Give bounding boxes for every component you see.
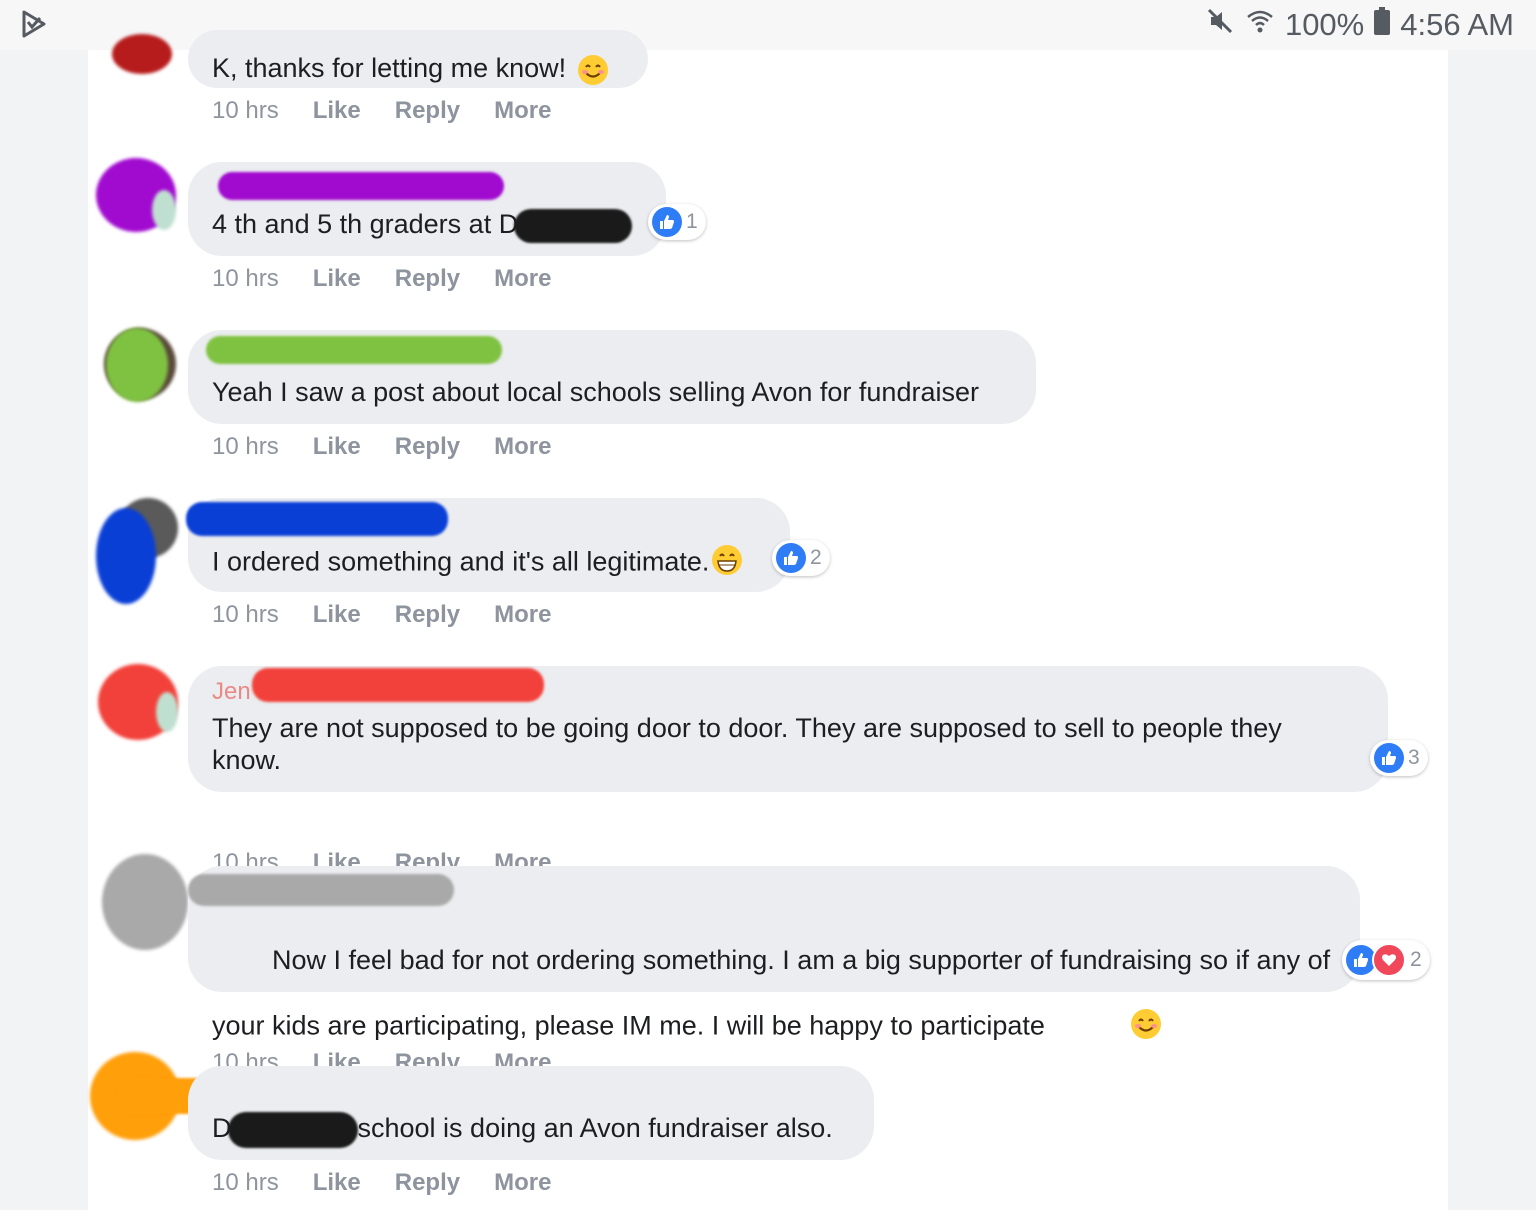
reply-button[interactable]: Reply — [395, 1169, 460, 1197]
play-store-icon — [18, 8, 50, 45]
redacted-text — [514, 208, 633, 243]
comment-text-continued: school is doing an Avon fundraiser also. — [357, 1113, 833, 1144]
comment-bubble[interactable]: 4 th and 5 th graders at D — [188, 162, 666, 256]
reaction-summary[interactable]: 3 — [1370, 740, 1428, 776]
like-button[interactable]: Like — [313, 1169, 361, 1197]
battery-percent: 100% — [1284, 7, 1365, 42]
reply-button[interactable]: Reply — [395, 601, 460, 629]
avatar[interactable] — [96, 498, 178, 604]
like-button[interactable]: Like — [313, 97, 361, 125]
like-button[interactable]: Like — [313, 601, 361, 629]
battery-icon — [1374, 7, 1391, 43]
thumbs-up-icon — [1374, 743, 1404, 773]
redacted-name — [252, 668, 544, 702]
redacted-name — [206, 336, 502, 364]
comment-time: 10 hrs — [212, 265, 279, 292]
comment-bubble[interactable]: I ordered something and it's all legitim… — [186, 498, 790, 592]
wifi-icon — [1245, 6, 1275, 44]
avatar[interactable] — [96, 158, 176, 232]
smiling-face-icon — [1055, 976, 1162, 1079]
comment-time: 10 hrs — [212, 97, 279, 124]
comment-actions: 10 hrs Like Reply More — [212, 97, 551, 125]
reply-button[interactable]: Reply — [395, 97, 460, 125]
comment-time: 10 hrs — [212, 433, 279, 460]
reaction-count: 2 — [1410, 948, 1422, 971]
comment-actions: 10 hrs Like Reply More — [212, 601, 551, 629]
redacted-name — [186, 502, 448, 536]
more-button[interactable]: More — [494, 601, 551, 629]
grinning-face-icon — [711, 544, 743, 583]
reaction-count: 2 — [810, 546, 822, 569]
thumbs-up-icon — [776, 543, 806, 573]
comment-author[interactable]: Jen — [212, 678, 251, 706]
reply-button[interactable]: Reply — [395, 265, 460, 293]
clock: 4:56 AM — [1400, 7, 1514, 42]
comment-bubble[interactable]: Dschool is doing an Avon fundraiser also… — [188, 1066, 874, 1160]
comment-text: 4 th and 5 th graders at D — [212, 209, 519, 239]
comment-bubble[interactable]: K, thanks for letting me know! — [188, 30, 648, 88]
redacted-name — [218, 172, 504, 200]
avatar[interactable] — [98, 664, 178, 740]
thumbs-up-icon — [652, 207, 682, 237]
avatar[interactable] — [104, 24, 176, 96]
smiling-face-icon — [577, 54, 609, 91]
comment-text: I ordered something and it's all legitim… — [212, 546, 710, 577]
comment-bubble[interactable]: Jen They are not supposed to be going do… — [188, 666, 1388, 792]
comment-text: Yeah I saw a post about local schools se… — [212, 377, 979, 407]
more-button[interactable]: More — [494, 1169, 551, 1197]
more-button[interactable]: More — [494, 97, 551, 125]
avatar[interactable] — [102, 854, 188, 950]
like-button[interactable]: Like — [313, 433, 361, 461]
reply-button[interactable]: Reply — [395, 433, 460, 461]
heart-icon — [1372, 943, 1406, 977]
reaction-summary[interactable]: 2 — [1342, 940, 1430, 980]
reaction-count: 3 — [1408, 746, 1420, 769]
like-button[interactable]: Like — [313, 265, 361, 293]
avatar[interactable] — [104, 328, 176, 402]
redacted-name — [188, 874, 454, 906]
comment-text: They are not supposed to be going door t… — [212, 713, 1290, 775]
comment-time: 10 hrs — [212, 1169, 279, 1196]
more-button[interactable]: More — [494, 433, 551, 461]
reaction-summary[interactable]: 1 — [648, 204, 706, 240]
comment-actions: 10 hrs Like Reply More — [212, 265, 551, 293]
comment-time: 10 hrs — [212, 601, 279, 628]
comment-text: Now I feel bad for not ordering somethin… — [212, 945, 1338, 1041]
comment-text: K, thanks for letting me know! — [212, 53, 567, 83]
comment-bubble[interactable]: Yeah I saw a post about local schools se… — [188, 330, 1036, 424]
redacted-text — [227, 1112, 358, 1148]
comments-page: K, thanks for letting me know! 10 hrs Li… — [88, 30, 1448, 1210]
reaction-summary[interactable]: 2 — [772, 540, 830, 576]
comment-actions: 10 hrs Like Reply More — [212, 1169, 551, 1197]
more-button[interactable]: More — [494, 265, 551, 293]
comment-actions: 10 hrs Like Reply More — [212, 433, 551, 461]
mute-icon — [1205, 6, 1235, 44]
reaction-count: 1 — [686, 210, 698, 233]
comment-bubble[interactable]: Now I feel bad for not ordering somethin… — [188, 866, 1360, 1041]
